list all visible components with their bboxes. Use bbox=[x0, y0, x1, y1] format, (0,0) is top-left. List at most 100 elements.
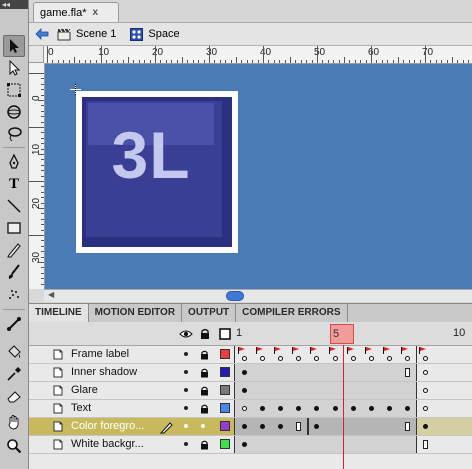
keyframe[interactable] bbox=[404, 356, 410, 361]
layer-color-swatch[interactable] bbox=[220, 403, 230, 413]
layer-color-swatch[interactable] bbox=[220, 439, 230, 449]
keyframe[interactable] bbox=[368, 356, 374, 361]
keyframe[interactable] bbox=[242, 424, 247, 429]
lasso-tool-icon[interactable] bbox=[3, 123, 25, 145]
stage-canvas[interactable]: 3L bbox=[45, 64, 472, 289]
visibility-dot[interactable] bbox=[184, 442, 188, 446]
pen-tool-icon[interactable] bbox=[3, 151, 25, 173]
layer-name[interactable]: White backgr... bbox=[71, 438, 144, 450]
breadcrumb-symbol[interactable]: Space bbox=[130, 27, 180, 41]
text-tool-icon[interactable]: T bbox=[3, 173, 25, 195]
keyframe[interactable] bbox=[423, 424, 428, 429]
collapse-arrows-icon[interactable]: ◂◂ bbox=[0, 0, 28, 9]
layer-row[interactable]: White backgr... bbox=[29, 436, 234, 454]
visibility-dot[interactable] bbox=[184, 352, 188, 356]
lock-dot[interactable] bbox=[201, 424, 205, 428]
lock-icon[interactable] bbox=[200, 368, 209, 378]
visibility-dot[interactable] bbox=[184, 424, 188, 428]
breadcrumb-scene[interactable]: Scene 1 bbox=[57, 28, 116, 41]
keyframe[interactable] bbox=[350, 356, 356, 361]
keyframe[interactable] bbox=[242, 406, 247, 411]
frame-row[interactable] bbox=[234, 364, 472, 382]
symbol-instance[interactable]: 3L bbox=[76, 91, 238, 253]
brush-tool-icon[interactable] bbox=[3, 261, 25, 283]
keyframe[interactable] bbox=[350, 406, 356, 411]
keyframe[interactable] bbox=[242, 356, 247, 361]
end-frame[interactable] bbox=[423, 440, 428, 449]
paint-bucket-tool-icon[interactable] bbox=[3, 341, 25, 363]
keyframe[interactable] bbox=[368, 406, 374, 411]
eye-icon[interactable] bbox=[179, 328, 193, 340]
back-arrow-icon[interactable] bbox=[35, 28, 49, 40]
end-frame[interactable] bbox=[404, 422, 410, 431]
keyframe[interactable] bbox=[332, 406, 338, 411]
layer-color-swatch[interactable] bbox=[220, 385, 230, 395]
frame-row[interactable] bbox=[234, 382, 472, 400]
frame-row[interactable] bbox=[234, 418, 472, 436]
visibility-dot[interactable] bbox=[184, 370, 188, 374]
spray-brush-tool-icon[interactable] bbox=[3, 283, 25, 305]
layer-row[interactable]: Inner shadow bbox=[29, 364, 234, 382]
document-tab[interactable]: game.fla* x bbox=[33, 2, 119, 22]
end-frame[interactable] bbox=[404, 368, 410, 377]
layer-row[interactable]: Text bbox=[29, 400, 234, 418]
tab-timeline[interactable]: TIMELINE bbox=[29, 304, 89, 322]
horizontal-ruler[interactable]: 0 10 20 30 40 50 60 70 bbox=[44, 46, 472, 64]
keyframe[interactable] bbox=[386, 356, 392, 361]
frame-ruler[interactable]: 1 5 10 bbox=[234, 322, 472, 345]
zoom-tool-icon[interactable] bbox=[3, 435, 25, 457]
tab-output[interactable]: OUTPUT bbox=[182, 304, 237, 322]
keyframe[interactable] bbox=[423, 370, 428, 375]
layer-name[interactable]: Inner shadow bbox=[71, 366, 137, 378]
lock-icon[interactable] bbox=[200, 328, 212, 340]
scroll-left-arrow-icon[interactable]: ◀ bbox=[48, 290, 54, 299]
bone-tool-icon[interactable] bbox=[3, 313, 25, 335]
outline-icon[interactable] bbox=[219, 328, 231, 340]
keyframe[interactable] bbox=[423, 388, 428, 393]
eraser-tool-icon[interactable] bbox=[3, 385, 25, 407]
keyframe[interactable] bbox=[404, 406, 410, 411]
layer-color-swatch[interactable] bbox=[220, 349, 230, 359]
tab-motion-editor[interactable]: MOTION EDITOR bbox=[89, 304, 183, 322]
keyframe[interactable] bbox=[242, 388, 247, 393]
layer-color-swatch[interactable] bbox=[220, 421, 230, 431]
frame-row[interactable] bbox=[234, 436, 472, 454]
lock-icon[interactable] bbox=[200, 440, 209, 450]
line-tool-icon[interactable] bbox=[3, 195, 25, 217]
scrollbar-thumb[interactable] bbox=[226, 291, 244, 301]
keyframe[interactable] bbox=[242, 442, 247, 447]
layer-name[interactable]: Color foregro... bbox=[71, 420, 144, 432]
keyframe[interactable] bbox=[423, 356, 428, 361]
keyframe[interactable] bbox=[386, 406, 392, 411]
layer-row[interactable]: Frame label bbox=[29, 346, 234, 364]
visibility-dot[interactable] bbox=[184, 406, 188, 410]
frame-grid[interactable] bbox=[234, 346, 472, 454]
free-transform-tool-icon[interactable] bbox=[3, 79, 25, 101]
eyedropper-tool-icon[interactable] bbox=[3, 363, 25, 385]
rectangle-tool-icon[interactable] bbox=[3, 217, 25, 239]
lock-icon[interactable] bbox=[200, 404, 209, 414]
hand-tool-icon[interactable] bbox=[3, 411, 25, 433]
keyframe[interactable] bbox=[242, 370, 247, 375]
horizontal-scrollbar[interactable]: ◀ bbox=[44, 289, 472, 302]
pencil-tool-icon[interactable] bbox=[3, 239, 25, 261]
subselection-tool-icon[interactable] bbox=[3, 57, 25, 79]
layer-name[interactable]: Frame label bbox=[71, 348, 129, 360]
lock-icon[interactable] bbox=[200, 386, 209, 396]
frame-row[interactable] bbox=[234, 400, 472, 418]
selection-tool-icon[interactable] bbox=[3, 35, 25, 57]
layer-row[interactable]: Glare bbox=[29, 382, 234, 400]
lock-icon[interactable] bbox=[200, 350, 209, 360]
layer-name[interactable]: Text bbox=[71, 402, 91, 414]
vertical-ruler[interactable]: 0 10 20 30 bbox=[29, 63, 45, 289]
close-icon[interactable]: x bbox=[92, 7, 98, 18]
keyframe[interactable] bbox=[423, 406, 428, 411]
tab-compiler-errors[interactable]: COMPILER ERRORS bbox=[236, 304, 348, 322]
visibility-dot[interactable] bbox=[184, 388, 188, 392]
frame-row[interactable] bbox=[234, 346, 472, 364]
layer-color-swatch[interactable] bbox=[220, 367, 230, 377]
3d-rotation-tool-icon[interactable] bbox=[3, 101, 25, 123]
playhead[interactable]: 5 bbox=[330, 324, 354, 344]
layer-row[interactable]: Color foregro... bbox=[29, 418, 234, 436]
keyframe[interactable] bbox=[332, 356, 338, 361]
